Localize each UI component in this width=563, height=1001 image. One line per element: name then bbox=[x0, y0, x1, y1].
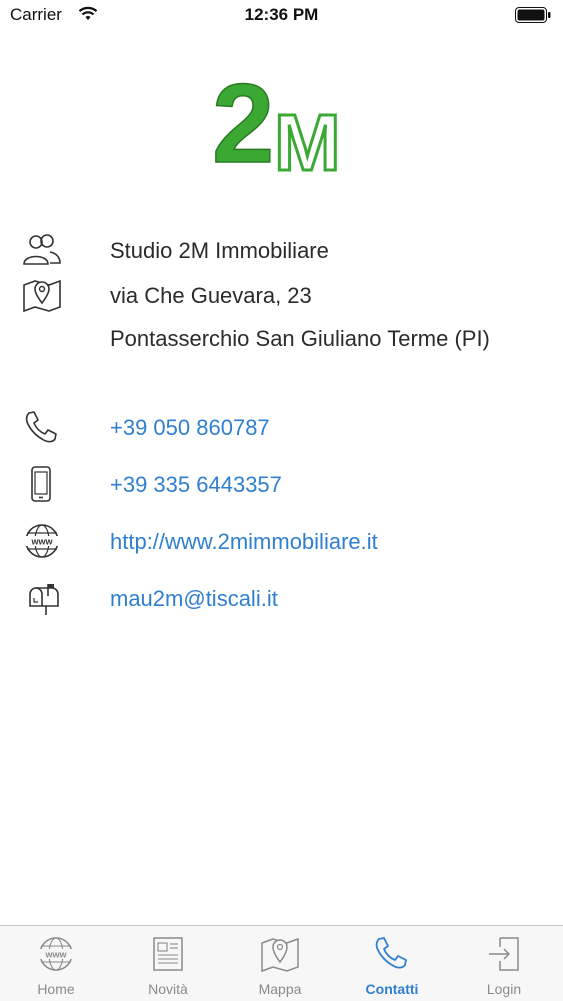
phone-link[interactable]: +39 050 860787 bbox=[110, 415, 270, 441]
newspaper-icon bbox=[153, 937, 183, 971]
tab-novita[interactable]: Novità bbox=[112, 926, 224, 1001]
login-icon bbox=[489, 937, 519, 971]
tab-novita-label: Novità bbox=[148, 981, 188, 997]
globe-www-icon: www bbox=[25, 524, 59, 558]
smartphone-icon bbox=[31, 466, 51, 502]
address-row: via Che Guevara, 23 bbox=[0, 275, 563, 315]
website-row[interactable]: www http://www.2mimmobiliare.it bbox=[0, 521, 563, 561]
company-row: Studio 2M Immobiliare bbox=[0, 230, 563, 270]
globe-www-icon: www bbox=[39, 937, 73, 971]
website-link[interactable]: http://www.2mimmobiliare.it bbox=[110, 529, 378, 555]
map-pin-icon bbox=[23, 279, 61, 313]
mailbox-icon bbox=[29, 584, 59, 615]
logo-m-glyph: M bbox=[274, 98, 341, 177]
address-line2: Pontasserchio San Giuliano Terme (PI) bbox=[110, 326, 490, 351]
address-line1: via Che Guevara, 23 bbox=[110, 283, 312, 308]
email-link[interactable]: mau2m@tiscali.it bbox=[110, 586, 278, 612]
mobile-link[interactable]: +39 335 6443357 bbox=[110, 472, 282, 498]
tab-mappa-label: Mappa bbox=[258, 981, 302, 997]
mobile-row[interactable]: +39 335 6443357 bbox=[0, 464, 563, 504]
phone-row[interactable]: +39 050 860787 bbox=[0, 407, 563, 447]
tab-bar: www Home Novità Mappa Contatti Login bbox=[0, 925, 563, 1001]
tab-mappa[interactable]: Mappa bbox=[224, 926, 336, 1001]
email-row[interactable]: mau2m@tiscali.it bbox=[0, 578, 563, 618]
company-logo: 2 M bbox=[211, 62, 342, 177]
logo-2-glyph: 2 bbox=[212, 62, 274, 177]
people-icon bbox=[23, 234, 61, 265]
map-pin-icon bbox=[261, 937, 299, 973]
status-bar: Carrier 12:36 PM bbox=[0, 0, 563, 32]
company-name: Studio 2M Immobiliare bbox=[110, 238, 329, 263]
svg-text:www: www bbox=[30, 537, 53, 547]
battery-icon bbox=[515, 7, 551, 23]
tab-contatti-label: Contatti bbox=[365, 981, 419, 997]
tab-contatti[interactable]: Contatti bbox=[336, 926, 448, 1001]
phone-icon bbox=[375, 937, 407, 969]
tab-login-label: Login bbox=[486, 981, 522, 997]
tab-home-label: Home bbox=[37, 981, 75, 997]
tab-home[interactable]: www Home bbox=[0, 926, 112, 1001]
phone-icon bbox=[25, 411, 57, 443]
address-row-2: Pontasserchio San Giuliano Terme (PI) bbox=[0, 318, 563, 358]
tab-login[interactable]: Login bbox=[448, 926, 560, 1001]
svg-text:www: www bbox=[44, 950, 67, 960]
clock: 12:36 PM bbox=[244, 5, 319, 24]
